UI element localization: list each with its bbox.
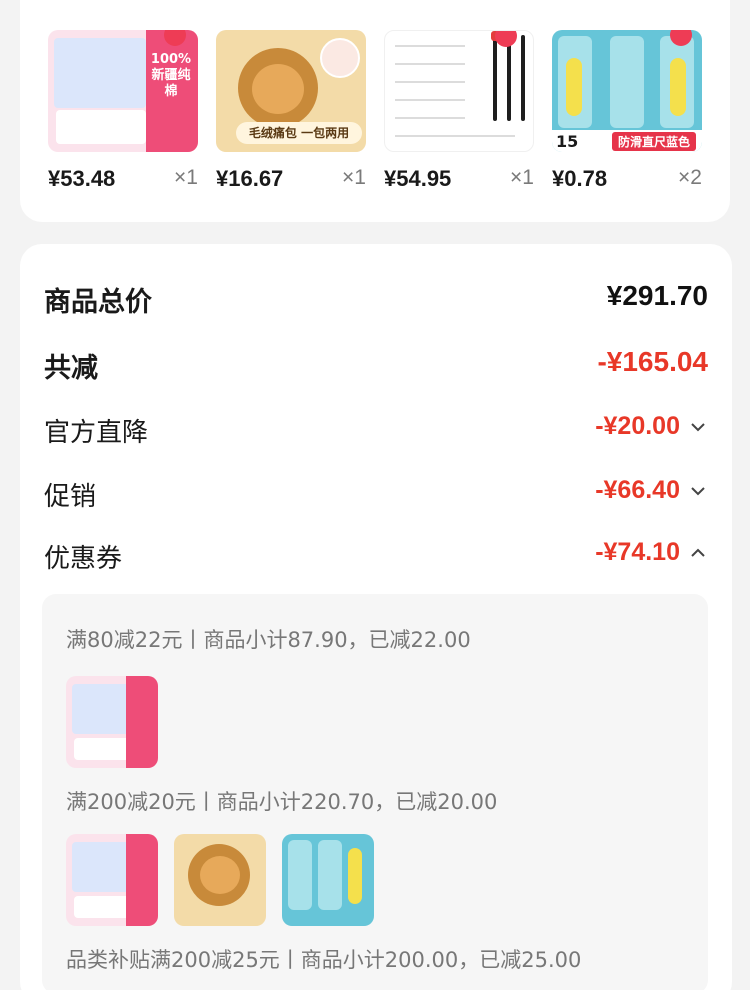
chevron-up-icon[interactable] xyxy=(690,544,706,563)
image-block xyxy=(126,834,158,926)
pen-icon xyxy=(493,35,497,121)
heart-icon xyxy=(495,31,517,47)
product-thumb-bear-bag[interactable]: 毛绒痛包 一包两用 xyxy=(216,30,366,152)
image-block xyxy=(320,38,360,78)
image-line xyxy=(395,99,465,101)
coupon-label: 优惠券 xyxy=(44,544,123,574)
image-block xyxy=(74,896,132,918)
item-price: ¥53.48 xyxy=(48,166,116,191)
chevron-down-icon[interactable] xyxy=(690,482,706,501)
item-price: ¥16.67 xyxy=(216,166,284,191)
ruler-shape xyxy=(288,840,312,910)
total-price-label: 商品总价 xyxy=(44,287,152,318)
image-line xyxy=(395,81,465,83)
coupon-product-thumb[interactable] xyxy=(174,834,266,926)
official-discount-label: 官方直降 xyxy=(44,418,149,448)
item-price: ¥54.95 xyxy=(384,166,452,191)
coupon-line: 满80减22元丨商品小计87.90，已减22.00 xyxy=(66,628,471,652)
coupon-details-panel: 满80减22元丨商品小计87.90，已减22.00 满200减20元丨商品小计2… xyxy=(42,594,708,990)
official-discount-value: -¥20.00 xyxy=(595,412,680,440)
product-badge-text: 100%新疆纯棉 xyxy=(150,52,192,99)
total-price-row: 商品总价 ¥291.70 xyxy=(44,280,708,320)
ruler-shape xyxy=(610,36,644,128)
image-block xyxy=(56,110,146,144)
image-block xyxy=(72,684,130,734)
promotion-row[interactable]: 促销 -¥66.40 xyxy=(44,476,708,516)
promotion-label: 促销 xyxy=(44,482,97,512)
item-qty: ×1 xyxy=(510,166,534,189)
image-block xyxy=(126,676,158,768)
product-badge-text: 防滑直尺蓝色 xyxy=(611,132,696,151)
image-band: 15 防滑直尺蓝色 xyxy=(552,130,702,152)
promotion-value: -¥66.40 xyxy=(595,476,680,504)
image-line xyxy=(395,45,465,47)
order-items-card: 100%新疆纯棉 ¥53.48 ×1 毛绒痛包 一包两用 ¥16.67 ×1 ¥… xyxy=(20,0,730,222)
coupon-line: 品类补贴满200减25元丨商品小计200.00，已减25.00 xyxy=(66,948,582,972)
total-reduction-value: -¥165.04 xyxy=(597,346,708,377)
total-reduction-row: 共减 -¥165.04 xyxy=(44,346,708,386)
pen-icon xyxy=(521,35,525,121)
chevron-down-icon[interactable] xyxy=(690,418,706,437)
ruler-shape xyxy=(318,840,342,910)
product-badge-text: 毛绒痛包 一包两用 xyxy=(236,122,362,144)
ruler-highlight xyxy=(348,848,362,904)
item-price: ¥0.78 xyxy=(552,166,608,191)
coupon-product-thumb[interactable] xyxy=(66,676,158,768)
item-qty: ×1 xyxy=(342,166,366,189)
official-discount-row[interactable]: 官方直降 -¥20.00 xyxy=(44,412,708,452)
ruler-highlight xyxy=(670,58,686,116)
image-line xyxy=(395,63,465,65)
product-thumb-ruler[interactable]: 15 防滑直尺蓝色 xyxy=(552,30,702,152)
image-block xyxy=(252,64,304,114)
coupon-product-thumb[interactable] xyxy=(66,834,158,926)
total-price-value: ¥291.70 xyxy=(606,280,708,311)
coupon-row[interactable]: 优惠券 -¥74.10 xyxy=(44,538,708,578)
image-block xyxy=(74,738,132,760)
image-line xyxy=(395,135,515,137)
product-thumb-pen-set[interactable] xyxy=(384,30,534,152)
coupon-line: 满200减20元丨商品小计220.70，已减20.00 xyxy=(66,790,498,814)
ruler-highlight xyxy=(566,58,582,116)
price-summary-card: 商品总价 ¥291.70 共减 -¥165.04 官方直降 -¥20.00 促销… xyxy=(20,244,732,990)
product-thumb-sanitary-pad[interactable]: 100%新疆纯棉 xyxy=(48,30,198,152)
item-qty: ×1 xyxy=(174,166,198,189)
coupon-value: -¥74.10 xyxy=(595,538,680,566)
image-block xyxy=(54,38,146,108)
total-reduction-label: 共减 xyxy=(44,353,98,384)
image-line xyxy=(395,117,465,119)
pen-icon xyxy=(507,35,511,121)
image-block xyxy=(72,842,130,892)
ruler-size-text: 15 xyxy=(556,132,579,151)
coupon-product-thumb[interactable] xyxy=(282,834,374,926)
image-block xyxy=(200,856,240,894)
item-qty: ×2 xyxy=(678,166,702,189)
